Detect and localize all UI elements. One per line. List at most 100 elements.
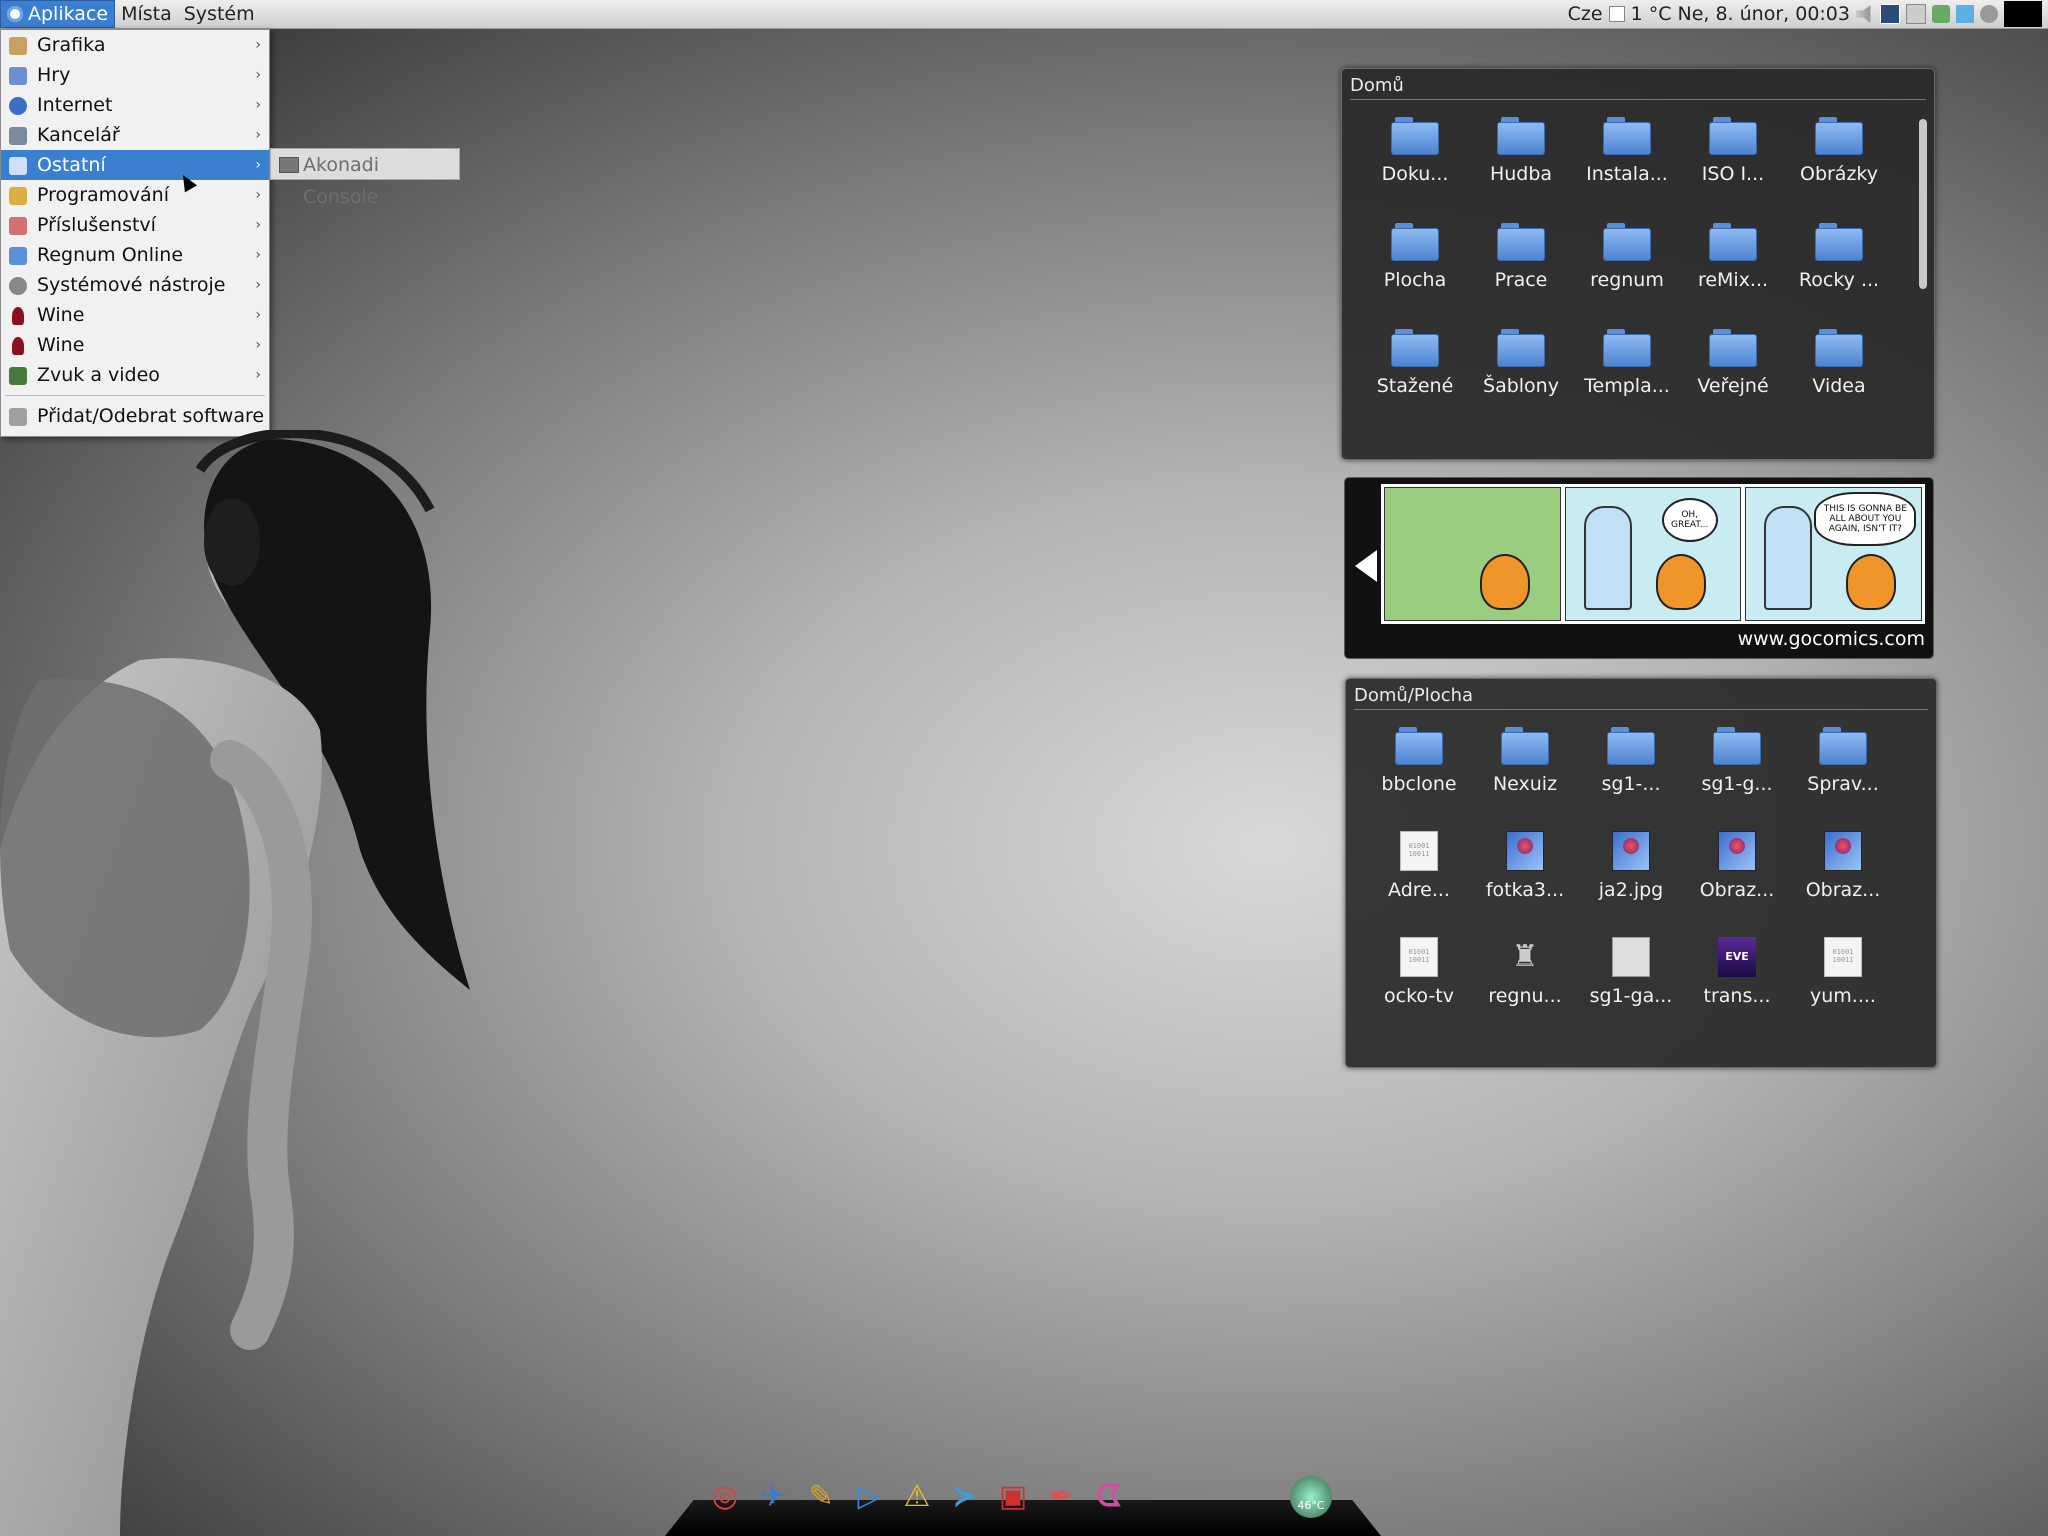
firefox-icon[interactable]: ◎: [705, 1476, 745, 1516]
desktop-item[interactable]: ja2.jpg: [1578, 827, 1684, 933]
pidgin-icon[interactable]: ✎: [801, 1476, 841, 1516]
keyboard-layout[interactable]: Cze: [1568, 3, 1603, 25]
update-icon[interactable]: [1956, 5, 1974, 23]
desktop-item-label: sg1-ga...: [1589, 985, 1673, 1007]
menu-item-internet[interactable]: Internet ›: [1, 90, 269, 120]
media-player-icon[interactable]: ▷: [849, 1476, 889, 1516]
weather-temperature[interactable]: 1 °C: [1631, 3, 1672, 25]
network-icon[interactable]: [1932, 5, 1950, 23]
desktop-item[interactable]: Veřejné: [1680, 323, 1786, 429]
comic-panel: OH, GREAT...: [1564, 487, 1742, 621]
menu-item-label: Grafika: [37, 34, 106, 56]
desktop-item[interactable]: Instala...: [1574, 111, 1680, 217]
menu-item-wine-2[interactable]: Wine ›: [1, 330, 269, 360]
menu-item-label: Internet: [37, 94, 113, 116]
graphics-icon: [9, 37, 27, 55]
comic-panel: [1384, 487, 1561, 621]
previous-comic-arrow-icon[interactable]: [1355, 550, 1377, 582]
folder-icon: [1815, 117, 1863, 155]
desktop-item[interactable]: Obraz...: [1684, 827, 1790, 933]
desktop-item[interactable]: Hudba: [1468, 111, 1574, 217]
menu-item-grafika[interactable]: Grafika ›: [1, 30, 269, 60]
mail-icon[interactable]: ✈: [753, 1476, 793, 1516]
widget-scrollbar[interactable]: [1918, 109, 1928, 454]
desktop-item-label: Templa...: [1584, 375, 1670, 397]
submenu-item-akonadi-console[interactable]: Akonadi Console: [270, 148, 460, 208]
desktop-item-label: Sprav...: [1807, 773, 1879, 795]
menu-item-ostatni[interactable]: Ostatní ›: [1, 150, 269, 180]
desktop-item[interactable]: 01001 10011 Adre...: [1366, 827, 1472, 933]
eve-online-icon: EVE: [1718, 937, 1756, 977]
console-icon: [279, 157, 299, 173]
package-icon: [9, 408, 27, 426]
desktop-item[interactable]: Rocky ...: [1786, 217, 1892, 323]
desktop-item[interactable]: bbclone: [1366, 721, 1472, 827]
desktop-item-label: Instala...: [1586, 163, 1668, 185]
desktop-item[interactable]: Videa: [1786, 323, 1892, 429]
menu-item-regnum-online[interactable]: Regnum Online ›: [1, 240, 269, 270]
desktop-item[interactable]: Plocha: [1362, 217, 1468, 323]
display-icon[interactable]: [1880, 4, 1900, 24]
toolbox-icon[interactable]: ▣: [993, 1476, 1033, 1516]
widget-divider: [1354, 709, 1928, 710]
folder-icon: [1607, 727, 1655, 765]
desktop-item[interactable]: Nexuiz: [1472, 721, 1578, 827]
desktop-item[interactable]: ♜ regnu...: [1472, 933, 1578, 1039]
desktop-item[interactable]: Templa...: [1574, 323, 1680, 429]
chevron-right-icon: ›: [255, 367, 261, 383]
comic-source-link[interactable]: www.gocomics.com: [1738, 628, 1925, 650]
pacman-icon[interactable]: ᗧ: [1089, 1476, 1129, 1516]
clock[interactable]: Ne, 8. únor, 00:03: [1677, 3, 1850, 25]
menu-item-add-remove-software[interactable]: Přidat/Odebrat software: [1, 401, 269, 431]
desktop-item-label: fotka3...: [1485, 879, 1565, 901]
system-menu[interactable]: Systém: [178, 1, 261, 27]
menu-item-kancelar[interactable]: Kancelář ›: [1, 120, 269, 150]
jon-figure: [1583, 506, 1632, 610]
menu-item-wine-1[interactable]: Wine ›: [1, 300, 269, 330]
desktop-item[interactable]: Doku...: [1362, 111, 1468, 217]
desktop-item[interactable]: ISO I...: [1680, 111, 1786, 217]
folder-icon: [1709, 223, 1757, 261]
desktop-item[interactable]: regnum: [1574, 217, 1680, 323]
desktop-item-label: trans...: [1703, 985, 1771, 1007]
mouse-icon[interactable]: [1980, 5, 1998, 23]
desktop-item[interactable]: fotka3...: [1472, 827, 1578, 933]
scrollbar-thumb[interactable]: [1919, 119, 1927, 289]
menu-item-programovani[interactable]: Programování ›: [1, 180, 269, 210]
menu-item-systemove-nastroje[interactable]: Systémové nástroje ›: [1, 270, 269, 300]
comic-strip[interactable]: OH, GREAT... THIS IS GONNA BE ALL ABOUT …: [1381, 484, 1925, 624]
wine-icon: [12, 337, 24, 355]
desktop-item[interactable]: Sprav...: [1790, 721, 1896, 827]
places-menu[interactable]: Místa: [115, 1, 178, 27]
desktop-item[interactable]: sg1-ga...: [1578, 933, 1684, 1039]
clipboard-icon[interactable]: [1906, 4, 1926, 24]
folder-icon: [1391, 223, 1439, 261]
desktop-item[interactable]: 01001 10011 ocko-tv: [1366, 933, 1472, 1039]
desktop-item[interactable]: Obrázky: [1786, 111, 1892, 217]
desktop-item[interactable]: sg1-g...: [1684, 721, 1790, 827]
accessories-icon: [9, 217, 27, 235]
applications-menu[interactable]: Aplikace: [0, 0, 116, 28]
desktop-item[interactable]: reMix...: [1680, 217, 1786, 323]
menu-item-zvuk-a-video[interactable]: Zvuk a video ›: [1, 360, 269, 390]
sound-video-icon: [9, 367, 27, 385]
desktop-item[interactable]: Stažené: [1362, 323, 1468, 429]
pen-icon[interactable]: ✒: [1041, 1476, 1081, 1516]
warning-icon[interactable]: ⚠: [897, 1476, 937, 1516]
desktop-item[interactable]: EVE trans...: [1684, 933, 1790, 1039]
desktop-item[interactable]: 01001 10011 yum....: [1790, 933, 1896, 1039]
desktop-item[interactable]: sg1-...: [1578, 721, 1684, 827]
show-desktop-button[interactable]: [2004, 1, 2042, 27]
image-file-icon: [1612, 831, 1650, 871]
volume-icon[interactable]: [1856, 5, 1871, 23]
menu-item-prislusenstvi[interactable]: Příslušenství ›: [1, 210, 269, 240]
desktop-item[interactable]: Obraz...: [1790, 827, 1896, 933]
desktop-item-label: Nexuiz: [1492, 773, 1558, 795]
desktop-item[interactable]: Prace: [1468, 217, 1574, 323]
cpu-temperature-gauge[interactable]: 46°C: [1290, 1476, 1332, 1518]
menu-item-label: Systémové nástroje: [37, 274, 226, 296]
menu-item-hry[interactable]: Hry ›: [1, 60, 269, 90]
terminal-icon[interactable]: ≻: [945, 1476, 985, 1516]
office-icon: [9, 127, 27, 145]
desktop-item[interactable]: Šablony: [1468, 323, 1574, 429]
